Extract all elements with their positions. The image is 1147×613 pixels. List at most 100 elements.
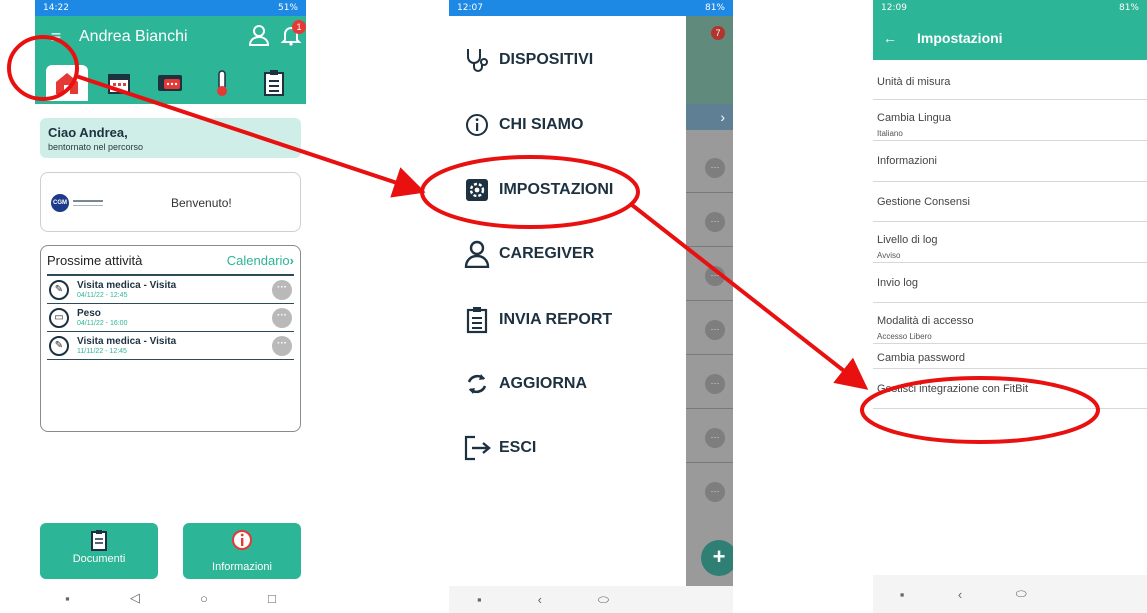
info-icon — [463, 111, 491, 139]
back-arrow-icon[interactable]: ← — [883, 30, 897, 46]
setting-label: Invio log — [877, 277, 918, 289]
documents-label: Documenti — [72, 553, 126, 565]
setting-language[interactable]: Cambia Lingua Italiano — [873, 100, 1147, 141]
activity-title: Peso — [77, 308, 101, 319]
system-nav-bar: ▪ ‹ ⬭ — [449, 586, 733, 613]
more-options-icon: ··· — [705, 158, 725, 178]
setting-value: Avviso — [877, 251, 901, 260]
setting-units[interactable]: Unità di misura — [873, 60, 1147, 100]
activity-date: 11/11/22 - 12:45 — [77, 348, 127, 355]
activity-title: Visita medica - Visita — [77, 280, 177, 291]
status-bar: 12:09 81% — [873, 0, 1147, 16]
page-title: Impostazioni — [917, 30, 1003, 46]
menu-item-caregiver[interactable]: CAREGIVER — [463, 240, 594, 268]
menu-item-label: CHI SIAMO — [499, 116, 584, 133]
thermometer-icon — [217, 70, 228, 96]
person-icon — [463, 240, 491, 268]
scale-icon: ▭ — [49, 307, 69, 328]
calendar-link[interactable]: Calendario› — [227, 253, 294, 268]
navigation-drawer: DISPOSITIVI CHI SIAMO IMPOSTAZIONI CAREG… — [449, 16, 686, 586]
menu-item-chi-siamo[interactable]: CHI SIAMO — [463, 111, 583, 139]
info-button[interactable]: Informazioni — [183, 523, 301, 579]
nav-home-icon[interactable]: ⬭ — [1016, 586, 1027, 602]
setting-label: Livello di log — [877, 234, 938, 246]
dimmed-background[interactable]: 7 › ··· ··· ··· ··· ··· ··· ··· + — [686, 16, 733, 586]
activity-date: 04/11/22 - 16:00 — [77, 320, 128, 327]
logout-icon — [463, 434, 491, 462]
setting-log-level[interactable]: Livello di log Avviso — [873, 222, 1147, 263]
notification-badge: 7 — [711, 26, 725, 40]
setting-send-log[interactable]: Invio log — [873, 263, 1147, 303]
documents-button[interactable]: Documenti — [40, 523, 158, 579]
menu-item-aggiorna[interactable]: AGGIORNA — [463, 370, 587, 398]
tab-home[interactable] — [45, 65, 88, 101]
more-options-icon: ··· — [705, 320, 725, 340]
stethoscope-icon: ✎ — [49, 279, 69, 300]
status-bar: 12:07 81% — [449, 0, 733, 16]
drawer-menu-screen: 12:07 81% 7 › ··· ··· ··· ··· ··· ··· ··… — [449, 0, 733, 613]
setting-label: Gestisci integrazione con FitBit — [877, 383, 1029, 395]
menu-item-impostazioni[interactable]: IMPOSTAZIONI — [463, 176, 613, 204]
menu-item-label: DISPOSITIVI — [499, 51, 594, 68]
menu-item-label: CAREGIVER — [499, 245, 595, 262]
more-options-icon[interactable]: ··· — [272, 280, 292, 300]
menu-item-dispositivi[interactable]: DISPOSITIVI — [463, 46, 593, 74]
tab-calendar[interactable] — [98, 65, 140, 101]
notifications-bell-icon[interactable]: 1 — [280, 20, 306, 46]
tab-reports[interactable] — [253, 65, 295, 101]
settings-screen: 12:09 81% ← Impostazioni Unità di misura… — [873, 0, 1147, 613]
home-screen: 14:22 51% ≡ Andrea Bianchi 1 Ciao Andrea… — [35, 0, 306, 613]
nav-dot: ▪ — [65, 590, 70, 606]
chevron-right-icon: › — [686, 104, 733, 130]
nav-dot: ▪ — [899, 586, 905, 602]
nav-home-icon[interactable]: ○ — [200, 591, 208, 606]
more-options-icon: ··· — [705, 428, 725, 448]
more-options-icon[interactable]: ··· — [272, 308, 292, 328]
activity-row[interactable]: ▭ Peso 04/11/22 - 16:00 ··· — [47, 304, 294, 332]
menu-item-invia-report[interactable]: INVIA REPORT — [463, 306, 612, 334]
status-battery: 51% — [277, 3, 298, 13]
cgm-logo: CGM — [51, 194, 105, 212]
menu-item-esci[interactable]: ESCI — [463, 434, 536, 462]
tab-temperature[interactable] — [201, 65, 243, 101]
nav-recents-icon[interactable]: □ — [268, 591, 276, 606]
setting-access-mode[interactable]: Modalità di accesso Accesso Libero — [873, 303, 1147, 344]
stethoscope-icon: ✎ — [49, 335, 69, 356]
setting-label: Cambia Lingua — [877, 112, 951, 124]
setting-info[interactable]: Informazioni — [873, 141, 1147, 182]
info-icon — [183, 529, 301, 553]
nav-back-icon[interactable]: ‹ — [538, 592, 542, 607]
status-time: 14:22 — [43, 3, 69, 13]
setting-consents[interactable]: Gestione Consensi — [873, 182, 1147, 222]
nav-back-icon[interactable]: ◁ — [130, 590, 140, 606]
gear-icon — [463, 176, 491, 204]
nav-back-icon[interactable]: ‹ — [958, 587, 962, 602]
activity-row[interactable]: ✎ Visita medica - Visita 11/11/22 - 12:45… — [47, 332, 294, 360]
status-battery: 81% — [1118, 3, 1139, 13]
tab-messages[interactable] — [149, 65, 191, 101]
chevron-right-icon: › — [289, 252, 294, 268]
more-options-icon[interactable]: ··· — [272, 336, 292, 356]
more-options-icon: ··· — [705, 374, 725, 394]
profile-icon[interactable] — [248, 24, 270, 46]
nav-home-icon[interactable]: ⬭ — [598, 592, 609, 608]
clipboard-icon — [264, 70, 285, 96]
add-icon: + — [701, 540, 733, 576]
setting-label: Gestione Consensi — [877, 196, 970, 208]
activity-row[interactable]: ✎ Visita medica - Visita 04/11/22 - 12:45… — [47, 276, 294, 304]
activity-title: Visita medica - Visita — [77, 336, 177, 347]
status-time: 12:09 — [881, 3, 907, 13]
clipboard-icon — [463, 306, 491, 334]
status-time: 12:07 — [457, 3, 483, 13]
setting-change-password[interactable]: Cambia password — [873, 344, 1147, 369]
calendar-icon — [107, 74, 130, 94]
setting-fitbit-integration[interactable]: Gestisci integrazione con FitBit — [873, 369, 1147, 409]
settings-header: ← Impostazioni — [873, 16, 1147, 60]
hamburger-menu-icon[interactable]: ≡ — [43, 24, 69, 50]
system-nav-bar: ▪ ‹ ⬭ — [873, 575, 1147, 613]
setting-label: Informazioni — [877, 155, 937, 167]
stethoscope-icon — [463, 46, 491, 74]
menu-item-label: INVIA REPORT — [499, 311, 613, 328]
home-icon — [55, 73, 78, 94]
greeting-title: Ciao Andrea, — [48, 125, 128, 140]
